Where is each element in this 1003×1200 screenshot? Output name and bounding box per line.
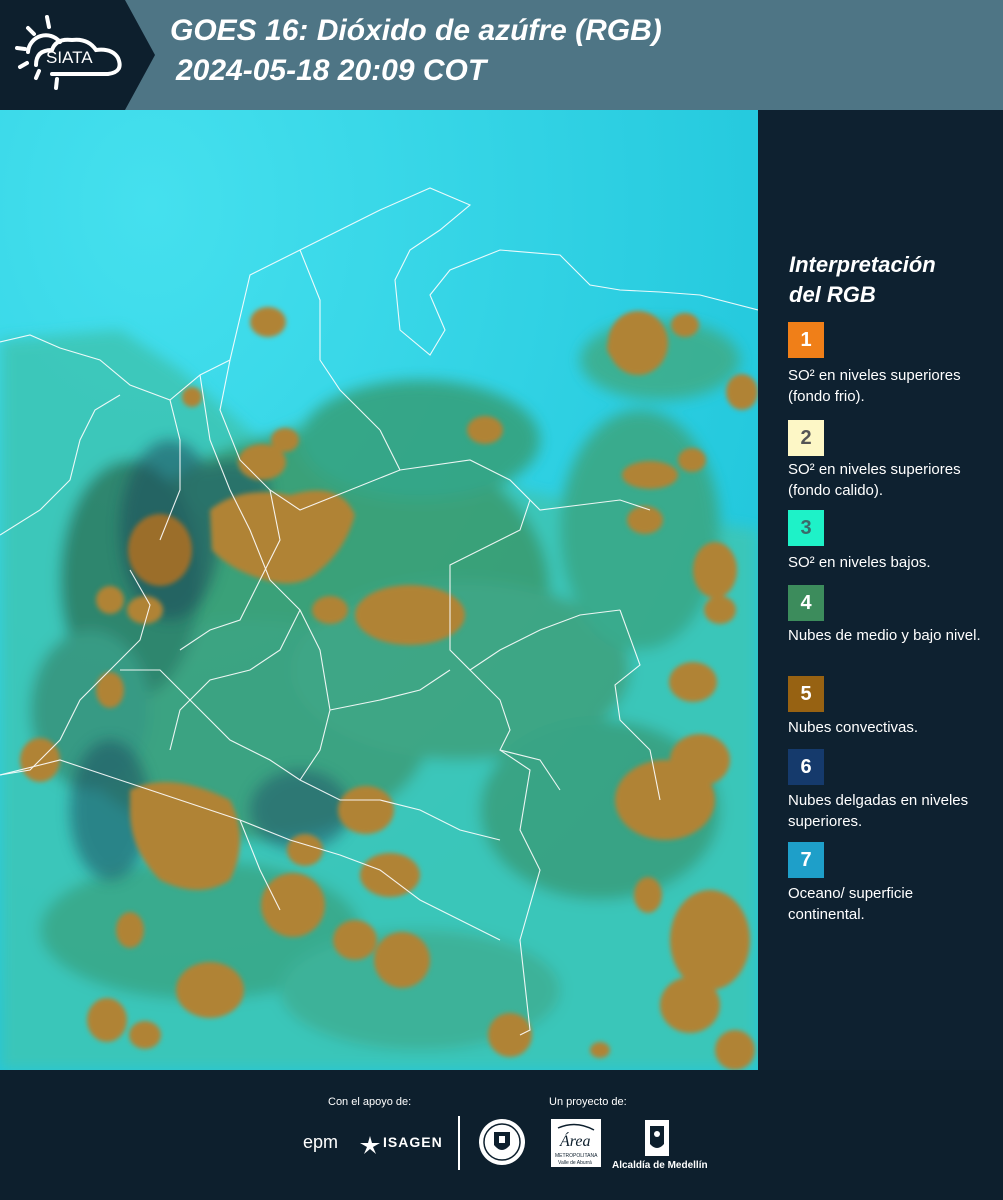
svg-text:Valle de Aburrá: Valle de Aburrá [558,1160,592,1166]
legend-swatch-3: 3 [788,510,824,546]
legend-label-5: Nubes convectivas. [788,719,919,736]
legend-label-3: SO² en niveles bajos. [788,554,931,571]
alcaldia-label: Alcaldía de Medellín [612,1160,708,1171]
project-label: Un proyecto de: [549,1096,627,1108]
map-title: GOES 16: Dióxido de azúfre (RGB) [170,14,662,47]
svg-text:METROPOLITANA: METROPOLITANA [555,1153,598,1159]
medellin-seal-icon [479,1119,525,1165]
legend-label-1: SO² en niveles superiores (fondo frio). [788,367,961,405]
area-metropolitana-logo-icon: Área METROPOLITANA Valle de Aburrá [551,1119,601,1167]
legend-swatch-7: 7 [788,842,824,878]
support-label: Con el apoyo de: [328,1096,412,1108]
satellite-map[interactable] [0,110,758,1070]
legend-swatch-6: 6 [788,749,824,785]
footer-bar: Con el apoyo de: Un proyecto de: epm ISA… [0,1070,1003,1200]
epm-logo: epm [303,1132,339,1152]
legend-label-6: Nubes delgadas en niveles superiores. [788,792,969,830]
legend-swatch-4: 4 [788,585,824,621]
svg-text:Área: Área [559,1131,591,1150]
isagen-logo: ISAGEN [383,1134,443,1150]
legend-swatch-5: 5 [788,676,824,712]
legend-label-4: Nubes de medio y bajo nivel. [788,627,981,644]
legend-panel: Interpretación del RGB 1 SO² en niveles … [758,110,1003,1070]
legend-label-7: Oceano/ superficie continental. [788,885,914,923]
footer-divider [458,1116,460,1170]
alcaldia-crest-icon [645,1120,669,1156]
isagen-logo-icon [360,1136,380,1154]
logo-text: SIATA [46,48,93,67]
legend-swatch-2: 2 [788,420,824,456]
map-timestamp: 2024-05-18 20:09 COT [176,54,487,87]
logo-panel: SIATA [0,0,155,110]
legend-label-2: SO² en niveles superiores (fondo calido)… [788,461,961,499]
legend-swatch-1: 1 [788,322,824,358]
header-bar: SIATA GOES 16: Dióxido de azúfre (RGB) 2… [0,0,1003,110]
legend-title: Interpretación del RGB [789,252,936,307]
